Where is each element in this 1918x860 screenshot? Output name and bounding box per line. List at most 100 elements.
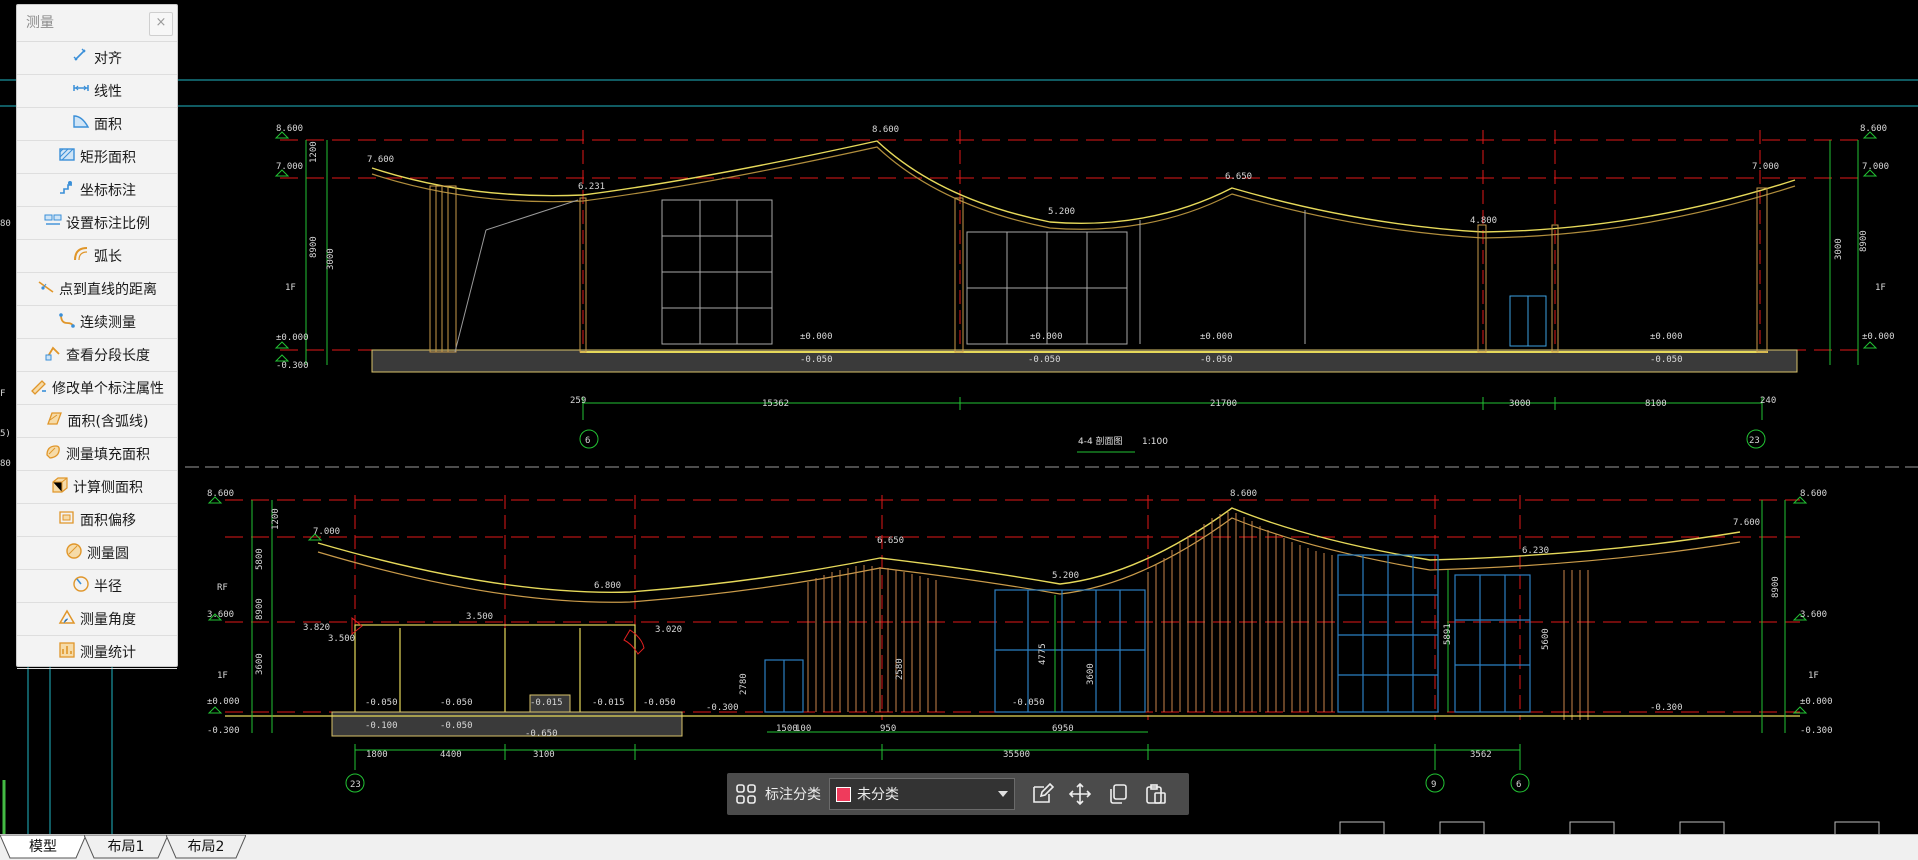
grid-icon[interactable] — [727, 773, 765, 815]
tab-1[interactable]: 模型 — [0, 835, 86, 859]
svg-text:6950: 6950 — [1052, 724, 1074, 734]
measure-item-label: 坐标标注 — [80, 183, 136, 199]
svg-text:2780: 2780 — [739, 673, 749, 695]
selected-category: 未分类 — [857, 787, 899, 803]
chevron-down-icon[interactable] — [998, 791, 1008, 797]
svg-text:15362: 15362 — [762, 399, 789, 409]
radius-icon — [72, 575, 90, 597]
svg-text:8.600: 8.600 — [1800, 489, 1827, 499]
svg-text:1F: 1F — [1808, 671, 1819, 681]
fill-area-icon — [44, 443, 62, 465]
svg-text:80: 80 — [0, 459, 11, 469]
svg-text:-0.050: -0.050 — [1650, 355, 1683, 365]
svg-text:7.000: 7.000 — [1862, 162, 1889, 172]
svg-text:23: 23 — [1749, 436, 1760, 446]
measure-item-label: 计算侧面积 — [73, 480, 143, 496]
measure-panel: 测量 × 对齐 线性 面积 矩形面积 坐标标注 设置标注比例 弧长 点到直线的距离 连续测量 查看… — [16, 4, 178, 669]
move-icon[interactable] — [1061, 773, 1099, 815]
svg-text:3.820: 3.820 — [303, 623, 330, 633]
annotation-category-select[interactable]: 未分类 — [829, 778, 1015, 810]
svg-text:-0.050: -0.050 — [1028, 355, 1061, 365]
cad-drawing-canvas[interactable]: 80 F 5) 80 8.600 7.000 7.600 6.231 8.600… — [0, 0, 1918, 835]
svg-text:3.020: 3.020 — [655, 625, 682, 635]
measure-item-15[interactable]: 面积偏移 — [17, 504, 177, 537]
svg-text:-0.050: -0.050 — [440, 721, 473, 731]
paste-icon[interactable] — [1137, 773, 1175, 815]
measure-item-18[interactable]: 测量角度 — [17, 603, 177, 636]
rect-area-icon — [58, 146, 76, 168]
measure-item-13[interactable]: 测量填充面积 — [17, 438, 177, 471]
upper-section: 8.600 7.000 7.600 6.231 8.600 6.650 5.20… — [274, 124, 1895, 453]
measure-item-19[interactable]: 测量统计 — [17, 636, 177, 669]
measure-item-label: 面积(含弧线) — [67, 414, 149, 430]
measure-item-label: 修改单个标注属性 — [52, 381, 164, 397]
measure-item-label: 测量填充面积 — [66, 447, 150, 463]
svg-text:3100: 3100 — [533, 750, 555, 760]
arc-length-icon — [72, 245, 90, 267]
svg-text:-0.050: -0.050 — [365, 698, 398, 708]
svg-text:±0.000: ±0.000 — [207, 697, 240, 707]
tab-label: 模型 — [29, 839, 57, 855]
measure-item-4[interactable]: 矩形面积 — [17, 141, 177, 174]
circle-icon — [65, 542, 83, 564]
svg-text:5): 5) — [0, 429, 11, 439]
measure-item-1[interactable]: 对齐 — [17, 42, 177, 75]
svg-text:-0.050: -0.050 — [1012, 698, 1045, 708]
edit-icon[interactable] — [1023, 773, 1061, 815]
svg-text:RF: RF — [217, 583, 228, 593]
svg-text:-0.050: -0.050 — [800, 355, 833, 365]
measure-item-label: 面积偏移 — [80, 513, 136, 529]
svg-text:4775: 4775 — [1038, 643, 1048, 665]
svg-text:3000: 3000 — [326, 248, 336, 270]
svg-text:3562: 3562 — [1470, 750, 1492, 760]
svg-text:8900: 8900 — [1771, 576, 1781, 598]
svg-text:6.230: 6.230 — [1522, 546, 1549, 556]
svg-text:4400: 4400 — [440, 750, 462, 760]
arc-area-icon — [46, 410, 64, 432]
svg-text:6.650: 6.650 — [877, 536, 904, 546]
measure-item-16[interactable]: 测量圆 — [17, 537, 177, 570]
svg-text:6: 6 — [1516, 780, 1521, 790]
section-scale: 1:100 — [1142, 437, 1168, 447]
svg-text:100: 100 — [795, 724, 811, 734]
svg-text:9: 9 — [1431, 780, 1436, 790]
measure-item-17[interactable]: 半径 — [17, 570, 177, 603]
tab-2[interactable]: 布局1 — [84, 835, 168, 859]
svg-text:-0.015: -0.015 — [592, 698, 625, 708]
area-icon — [72, 113, 90, 135]
measure-item-label: 连续测量 — [80, 315, 136, 331]
continuous-icon — [58, 311, 76, 333]
svg-text:-0.100: -0.100 — [365, 721, 398, 731]
svg-text:-0.300: -0.300 — [1650, 703, 1683, 713]
svg-text:3600: 3600 — [1086, 663, 1096, 685]
svg-text:35500: 35500 — [1003, 750, 1030, 760]
measure-item-3[interactable]: 面积 — [17, 108, 177, 141]
measure-item-11[interactable]: 修改单个标注属性 — [17, 372, 177, 405]
close-icon[interactable]: × — [149, 12, 173, 36]
measure-item-7[interactable]: 弧长 — [17, 240, 177, 273]
svg-text:1F: 1F — [1875, 283, 1886, 293]
copy-icon[interactable] — [1099, 773, 1137, 815]
segment-length-icon — [44, 344, 62, 366]
measure-item-label: 测量统计 — [80, 645, 136, 661]
svg-text:3600: 3600 — [255, 653, 265, 675]
svg-text:7.600: 7.600 — [367, 155, 394, 165]
measure-item-12[interactable]: 面积(含弧线) — [17, 405, 177, 438]
measure-item-10[interactable]: 查看分段长度 — [17, 339, 177, 372]
svg-text:1F: 1F — [285, 283, 296, 293]
measure-item-8[interactable]: 点到直线的距离 — [17, 273, 177, 306]
measure-item-label: 点到直线的距离 — [59, 282, 157, 298]
svg-text:2580: 2580 — [895, 658, 905, 680]
measure-item-6[interactable]: 设置标注比例 — [17, 207, 177, 240]
lower-section: 8.600 7.000 6.650 5.200 8.600 6.230 7.60… — [207, 489, 1833, 793]
measure-item-9[interactable]: 连续测量 — [17, 306, 177, 339]
measure-item-2[interactable]: 线性 — [17, 75, 177, 108]
measure-item-label: 设置标注比例 — [66, 216, 150, 232]
measure-item-label: 对齐 — [94, 51, 122, 67]
svg-text:5.200: 5.200 — [1048, 207, 1075, 217]
svg-text:±0.000: ±0.000 — [1200, 332, 1233, 342]
tab-3[interactable]: 布局2 — [166, 835, 246, 859]
measure-item-5[interactable]: 坐标标注 — [17, 174, 177, 207]
svg-text:-0.300: -0.300 — [706, 703, 739, 713]
measure-item-14[interactable]: 计算侧面积 — [17, 471, 177, 504]
